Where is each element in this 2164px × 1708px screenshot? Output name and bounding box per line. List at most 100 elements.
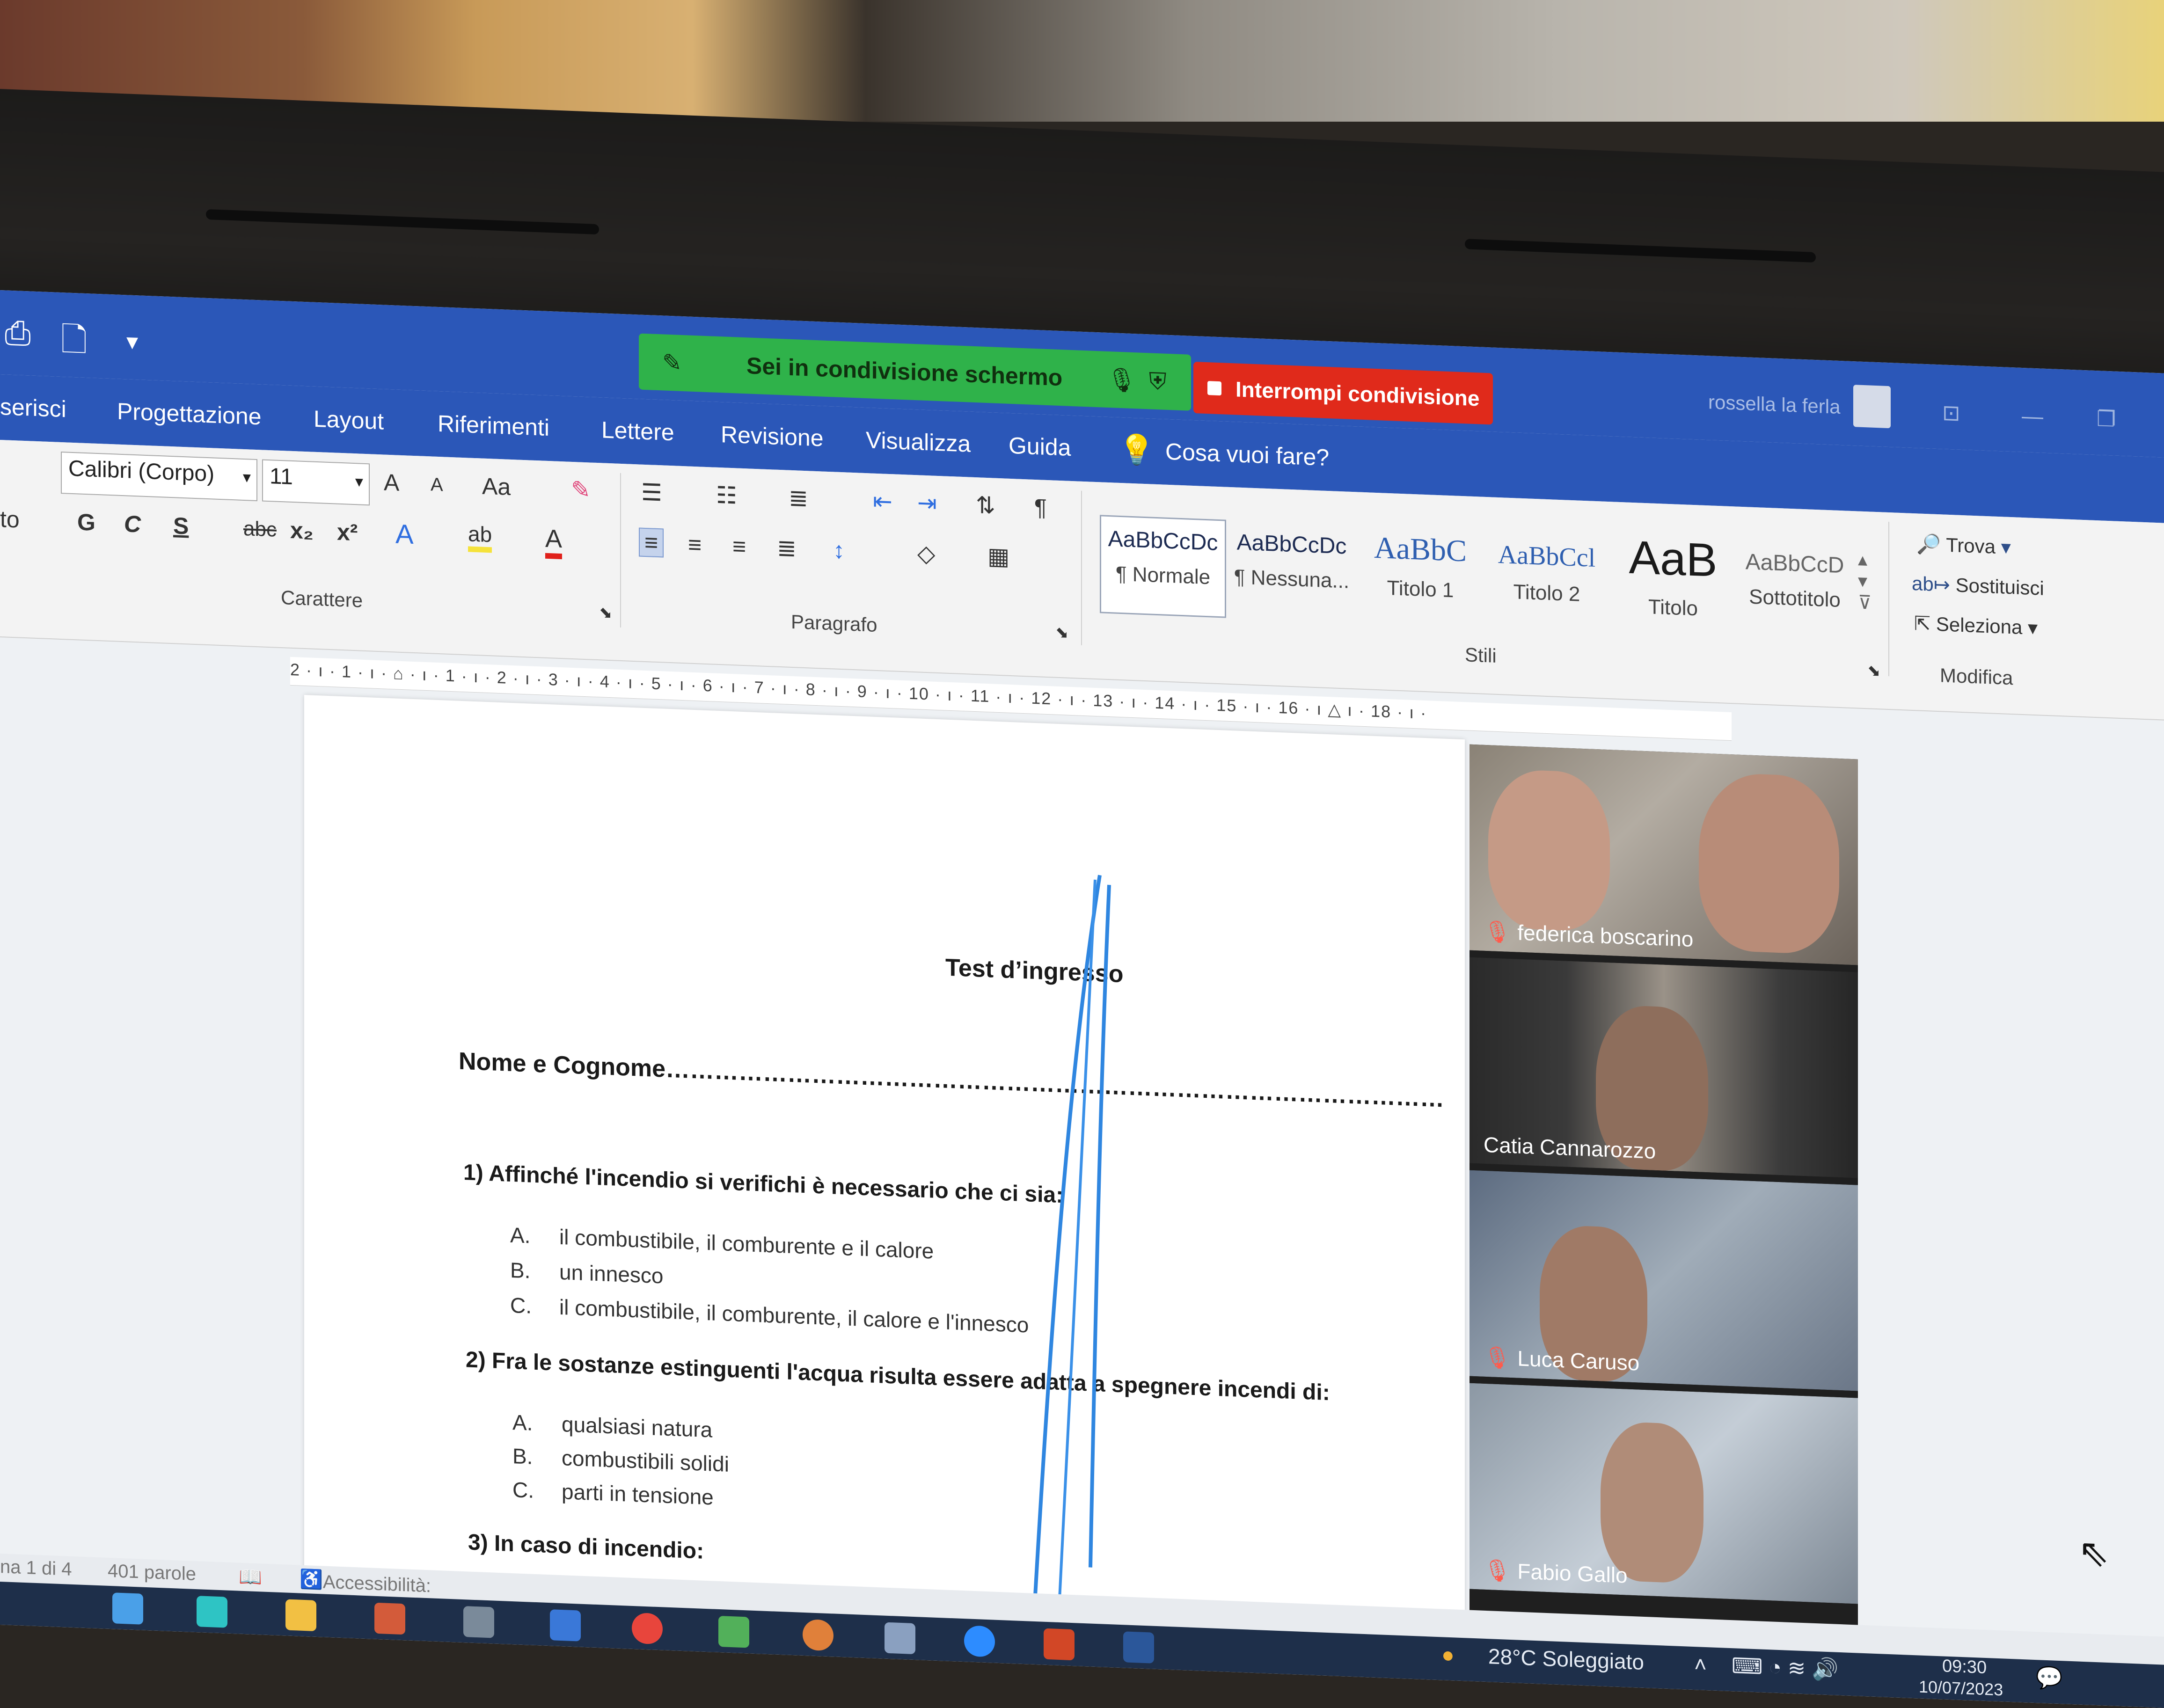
participant-tile[interactable]: 🎙 Fabio Gallo	[1469, 1383, 1858, 1604]
text-effects-icon[interactable]: A	[395, 518, 414, 550]
multilevel-list-icon[interactable]: ≣	[789, 484, 808, 512]
ribbon-display-options-icon[interactable]: ⊡	[1942, 400, 1960, 425]
participant-tile[interactable]: 🎙 Luca Caruso	[1469, 1170, 1858, 1391]
taskbar-app-icon[interactable]	[374, 1602, 405, 1635]
word-count[interactable]: 401 parole	[108, 1561, 196, 1585]
tab-lettere[interactable]: Lettere	[601, 416, 674, 446]
style-sottotitolo[interactable]: AaBbCcD Sottotitolo	[1732, 539, 1858, 642]
taskbar-app-icon[interactable]	[718, 1615, 749, 1648]
screen-share-banner[interactable]: ✎ Sei in condivisione schermo 🎙 ⛨	[639, 333, 1191, 411]
clear-formatting-icon[interactable]: ✎	[571, 476, 591, 504]
restore-icon[interactable]: ❐	[2097, 406, 2116, 432]
stop-share-button[interactable]: Interrompi condivisione	[1193, 361, 1493, 425]
sort-icon[interactable]: ⇅	[976, 491, 995, 519]
participant-tile[interactable]: Catia Cannarozzo	[1469, 957, 1858, 1178]
bezel-slot-right	[1465, 239, 1816, 263]
new-document-icon[interactable]: 🗋	[61, 316, 87, 372]
strikethrough-button[interactable]: abc	[243, 517, 277, 542]
select-button[interactable]: ⇱ Seleziona ▾	[1914, 612, 2038, 639]
group-separator	[620, 473, 621, 628]
taskbar-app-icon[interactable]	[112, 1592, 143, 1625]
tray-chevron-icon[interactable]: ˄	[1694, 1651, 1707, 1677]
dialog-launcher-icon[interactable]: ⬊	[599, 603, 613, 622]
italic-button[interactable]: C	[124, 510, 141, 538]
weather-widget[interactable]: 28°C Soleggiato	[1488, 1643, 1644, 1675]
group-label-paragraph: Paragrafo	[791, 610, 877, 636]
style-normale[interactable]: AaBbCcDc ¶ Normale	[1100, 515, 1226, 618]
word-icon[interactable]	[1123, 1631, 1154, 1664]
network-icon[interactable]: ⌨ ◔ ≋ 🔊	[1732, 1653, 1838, 1683]
shrink-font-button[interactable]: A	[431, 474, 443, 496]
avatar[interactable]	[1853, 385, 1891, 429]
taskbar-app-icon[interactable]	[197, 1596, 227, 1628]
document-page[interactable]: Test d’ingresso Nome e Cognome……………………………	[304, 694, 1465, 1676]
powerpoint-icon[interactable]	[1044, 1628, 1075, 1661]
taskbar-app-icon[interactable]	[885, 1622, 915, 1655]
tab-progettazione[interactable]: Progettazione	[117, 398, 262, 431]
align-center-icon[interactable]: ≡	[688, 531, 702, 558]
highlight-color-icon[interactable]: ab	[468, 521, 492, 553]
increase-indent-icon[interactable]: ⇥	[917, 489, 937, 517]
change-case-button[interactable]: Aa	[482, 473, 511, 501]
print-preview-icon[interactable]: ⎙	[5, 314, 31, 353]
shading-icon[interactable]: ◇	[917, 540, 935, 567]
style-titolo[interactable]: AaB Titolo	[1610, 531, 1736, 637]
tell-me-search[interactable]: Cosa vuoi fare?	[1165, 438, 1329, 471]
lightbulb-icon[interactable]: 💡	[1119, 432, 1155, 468]
chevron-down-icon: ▾	[242, 468, 251, 487]
style-titolo-1[interactable]: AaBbC Titolo 1	[1357, 525, 1484, 628]
minimize-icon[interactable]: —	[2022, 403, 2043, 429]
subscript-button[interactable]: x₂	[290, 517, 314, 545]
mic-muted-icon: 🎙	[1484, 1557, 1511, 1584]
replace-button[interactable]: ab↦ Sostituisci	[1912, 572, 2044, 600]
align-right-icon[interactable]: ≡	[732, 533, 746, 560]
tab-riferimenti[interactable]: Riferimenti	[438, 410, 549, 441]
tab-inserisci[interactable]: serisci	[0, 393, 66, 423]
tab-revisione[interactable]: Revisione	[721, 421, 824, 452]
security-shield-icon[interactable]: ⛨	[1149, 367, 1167, 395]
proofing-icon[interactable]: 📖	[239, 1566, 262, 1589]
font-size-select[interactable]: 11 ▾	[262, 459, 370, 506]
dialog-launcher-icon[interactable]: ⬊	[1867, 661, 1881, 680]
tab-visualizza[interactable]: Visualizza	[866, 426, 971, 458]
style-nessuna[interactable]: AaBbCcDc ¶ Nessuna...	[1228, 520, 1355, 623]
underline-button[interactable]: S	[173, 512, 189, 540]
group-label-styles: Stili	[1465, 643, 1497, 667]
borders-icon[interactable]: ▦	[987, 542, 1009, 570]
page-count[interactable]: na 1 di 4	[0, 1556, 72, 1580]
superscript-button[interactable]: x²	[337, 518, 358, 547]
line-spacing-icon[interactable]: ↕	[833, 536, 845, 564]
bullets-icon[interactable]: ☰	[641, 479, 662, 507]
file-explorer-icon[interactable]	[285, 1599, 316, 1631]
account-name[interactable]: rossella la ferla	[1708, 391, 1840, 418]
font-color-icon[interactable]: A	[545, 524, 563, 560]
mic-muted-icon[interactable]: 🎙	[1107, 365, 1136, 394]
show-formatting-icon[interactable]: ¶	[1034, 494, 1047, 521]
tab-layout[interactable]: Layout	[314, 405, 384, 435]
decrease-indent-icon[interactable]: ⇤	[873, 488, 892, 516]
taskbar-app-icon[interactable]	[463, 1606, 494, 1638]
bezel-slot-left	[206, 209, 599, 235]
taskbar-app-icon[interactable]	[550, 1609, 581, 1642]
notifications-icon[interactable]: 💬	[2036, 1664, 2062, 1691]
justify-icon[interactable]: ≣	[777, 534, 797, 562]
dialog-launcher-icon[interactable]: ⬊	[1055, 623, 1069, 642]
font-name-select[interactable]: Calibri (Corpo) ▾	[61, 451, 257, 502]
styles-scroll-icon[interactable]: ▴ ▾ ⊽	[1858, 549, 1872, 614]
clock-date[interactable]: 10/07/2023	[1919, 1677, 2003, 1700]
customize-qat-icon[interactable]: ▾	[126, 328, 138, 355]
participant-tile[interactable]: 🎙 federica boscarino	[1469, 744, 1858, 965]
clock-time[interactable]: 09:30	[1942, 1656, 1987, 1678]
style-titolo-2[interactable]: AaBbCcl Titolo 2	[1484, 530, 1610, 633]
tab-guida[interactable]: Guida	[1009, 432, 1071, 461]
accessibility-status[interactable]: ♿ Accessibilità: conforme	[300, 1568, 431, 1616]
grow-font-button[interactable]: A	[384, 469, 399, 496]
find-button[interactable]: 🔎 Trova ▾	[1916, 532, 2011, 559]
zoom-icon[interactable]	[964, 1625, 995, 1657]
taskbar-app-icon[interactable]	[803, 1619, 833, 1651]
chrome-icon[interactable]	[632, 1612, 663, 1645]
numbering-icon[interactable]: ☷	[716, 482, 737, 510]
bold-button[interactable]: G	[77, 508, 95, 536]
mic-muted-icon: 🎙	[1484, 1344, 1511, 1371]
align-left-icon[interactable]: ≡	[639, 527, 664, 558]
